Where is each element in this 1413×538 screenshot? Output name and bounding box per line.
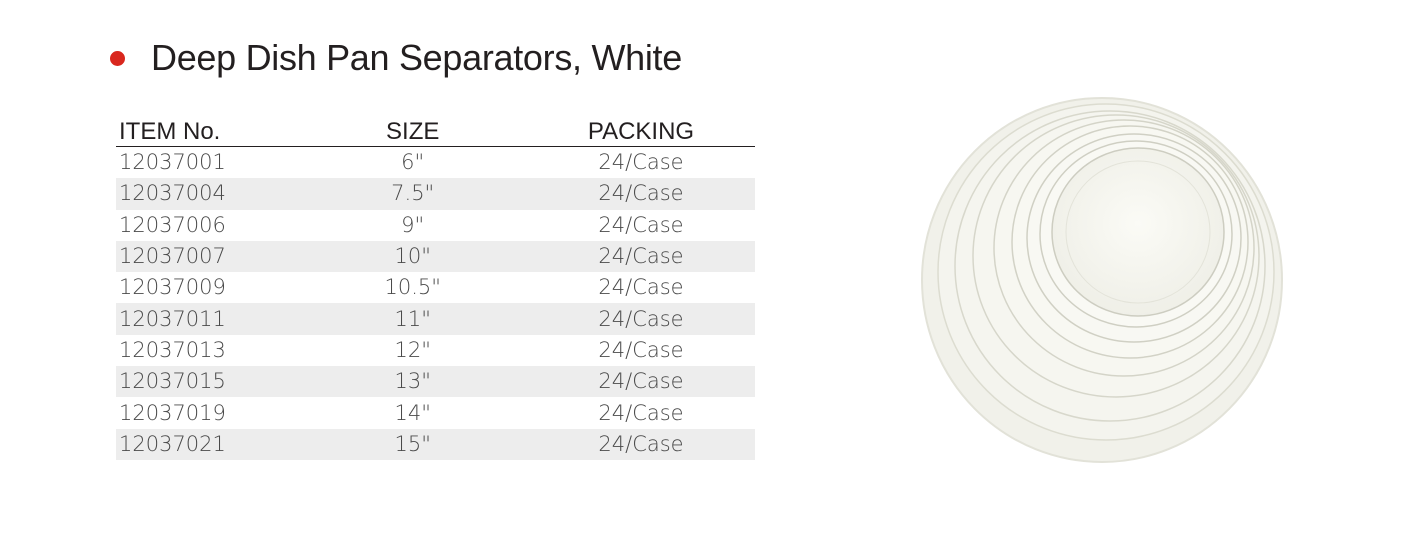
table-row: 12037015 13" 24/Case [116,366,755,398]
packing-cell: 24/Case [598,337,684,362]
packing-cell: 24/Case [526,303,755,335]
packing-cell: 24/Case [598,400,684,425]
table-row: 12037019 14" 24/Case [116,397,755,428]
size-cell: 9" [401,212,425,237]
packing-cell: 24/Case [526,428,755,460]
item-no-cell: 12037006 [119,212,226,237]
packing-cell: 24/Case [526,178,755,210]
header-item-no: ITEM No. [116,112,299,147]
size-cell: 14" [394,400,431,425]
packing-cell: 24/Case [598,212,684,237]
product-image [921,97,1283,463]
size-cell: 13" [298,366,527,398]
table-row: 12037013 12" 24/Case [116,335,755,366]
item-no-cell: 12037009 [119,275,226,300]
table-row: 12037009 10.5" 24/Case [116,272,755,303]
table-row: 12037007 10" 24/Case [116,240,755,273]
packing-cell: 24/Case [526,240,755,273]
size-cell: 6" [401,150,425,175]
header-size: SIZE [298,112,527,147]
size-cell: 10" [298,240,527,273]
page-title: Deep Dish Pan Separators, White [151,37,682,78]
item-no-cell: 12037019 [119,400,226,425]
item-no-cell: 12037001 [119,150,226,175]
item-no-cell: 12037004 [116,178,299,210]
item-no-cell: 12037011 [116,303,299,335]
packing-cell: 24/Case [526,366,755,398]
size-cell: 15" [298,428,527,460]
packing-cell: 24/Case [598,150,684,175]
item-no-cell: 12037015 [116,366,299,398]
item-no-cell: 12037021 [116,428,299,460]
size-cell: 7.5" [298,178,527,210]
table-row: 12037004 7.5" 24/Case [116,178,755,210]
size-cell: 11" [298,303,527,335]
table-row: 12037021 15" 24/Case [116,428,755,460]
table-header-row: ITEM No. SIZE PACKING [116,112,755,147]
item-no-cell: 12037007 [116,240,299,273]
bullet-icon [110,50,125,66]
spec-table: ITEM No. SIZE PACKING 12037001 6" 24/Cas… [116,112,755,460]
title-row: Deep Dish Pan Separators, White [110,34,682,82]
table-row: 12037001 6" 24/Case [116,147,755,179]
item-no-cell: 12037013 [119,337,226,362]
size-cell: 10.5" [384,275,441,300]
size-cell: 12" [394,337,431,362]
header-packing: PACKING [526,112,755,147]
packing-cell: 24/Case [598,275,684,300]
table-row: 12037006 9" 24/Case [116,210,755,241]
table-row: 12037011 11" 24/Case [116,303,755,335]
